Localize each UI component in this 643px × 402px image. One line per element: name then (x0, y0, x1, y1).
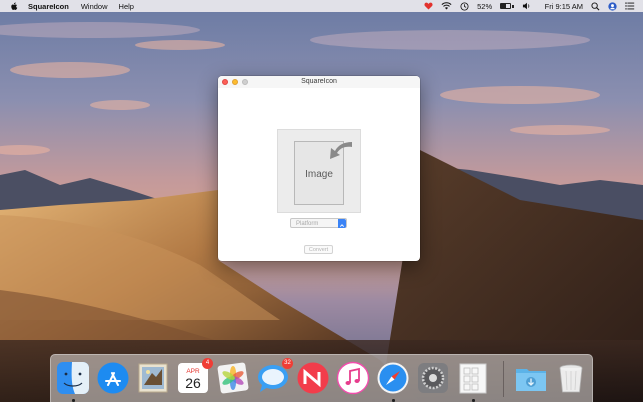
calendar-day: 26 (185, 375, 201, 391)
downloads-folder-icon (516, 369, 546, 391)
dock-calendar[interactable]: APR 26 4 (176, 358, 213, 395)
select-arrows-icon (338, 219, 346, 231)
system-preferences-icon (418, 363, 448, 393)
volume-icon[interactable] (522, 0, 531, 12)
safari-running-indicator (392, 399, 395, 402)
spotlight-icon[interactable] (591, 0, 600, 12)
battery-icon[interactable] (500, 0, 514, 12)
safari-icon (377, 362, 409, 394)
news-icon (297, 362, 329, 394)
dock: APR 26 4 32 (50, 354, 593, 402)
dock-system-preferences[interactable] (416, 361, 450, 395)
calendar-month: APR (186, 368, 200, 375)
dock-news[interactable] (296, 361, 330, 395)
dock-trash[interactable] (554, 361, 588, 395)
mail-icon (138, 363, 168, 393)
battery-percent: 52% (477, 1, 493, 11)
platform-select[interactable]: Platform (290, 218, 347, 231)
image-drop-zone[interactable]: Image (277, 129, 361, 213)
convert-button[interactable]: Convert (304, 245, 333, 254)
photos-icon (217, 362, 249, 394)
apple-logo-icon[interactable] (10, 1, 19, 11)
drop-arrow-icon (330, 142, 352, 159)
wifi-icon[interactable] (441, 0, 452, 12)
dock-safari[interactable] (376, 361, 410, 395)
menubar-clock[interactable]: Fri 9:15 AM (545, 2, 583, 11)
app-store-icon (97, 362, 129, 394)
dock-divider (503, 361, 504, 397)
finder-running-indicator (72, 399, 75, 402)
status-heart-icon[interactable] (424, 0, 433, 12)
dock-photos[interactable] (216, 361, 250, 395)
notification-center-icon[interactable] (625, 0, 635, 12)
calendar-badge: 4 (202, 358, 213, 369)
dock-itunes[interactable] (336, 361, 370, 395)
user-avatar-icon[interactable] (608, 0, 617, 12)
window-title: SquareIcon (301, 78, 337, 85)
dock-downloads[interactable] (514, 361, 548, 395)
window-titlebar[interactable]: SquareIcon (218, 76, 420, 88)
time-machine-icon[interactable] (460, 0, 469, 12)
dock-finder[interactable] (56, 361, 90, 395)
dock-squareicon[interactable] (456, 361, 490, 395)
finder-icon (57, 362, 89, 394)
messages-badge: 32 (282, 358, 293, 369)
app-menu[interactable]: SquareIcon (28, 2, 69, 11)
platform-select-placeholder: Platform (296, 220, 319, 227)
itunes-icon (336, 361, 370, 395)
menu-bar: SquareIcon Window Help 52% Fri 9:15 AM (0, 0, 643, 12)
image-placeholder-label: Image (305, 169, 333, 180)
menu-window[interactable]: Window (81, 2, 108, 11)
dock-mail[interactable] (136, 361, 170, 395)
squareicon-running-indicator (472, 399, 475, 402)
dock-app-store[interactable] (96, 361, 130, 395)
dock-messages[interactable]: 32 (256, 358, 293, 395)
app-window: SquareIcon Image Platform Convert (218, 76, 420, 261)
trash-icon (559, 364, 583, 393)
menu-help[interactable]: Help (119, 2, 134, 11)
squareicon-app-icon (459, 363, 487, 394)
